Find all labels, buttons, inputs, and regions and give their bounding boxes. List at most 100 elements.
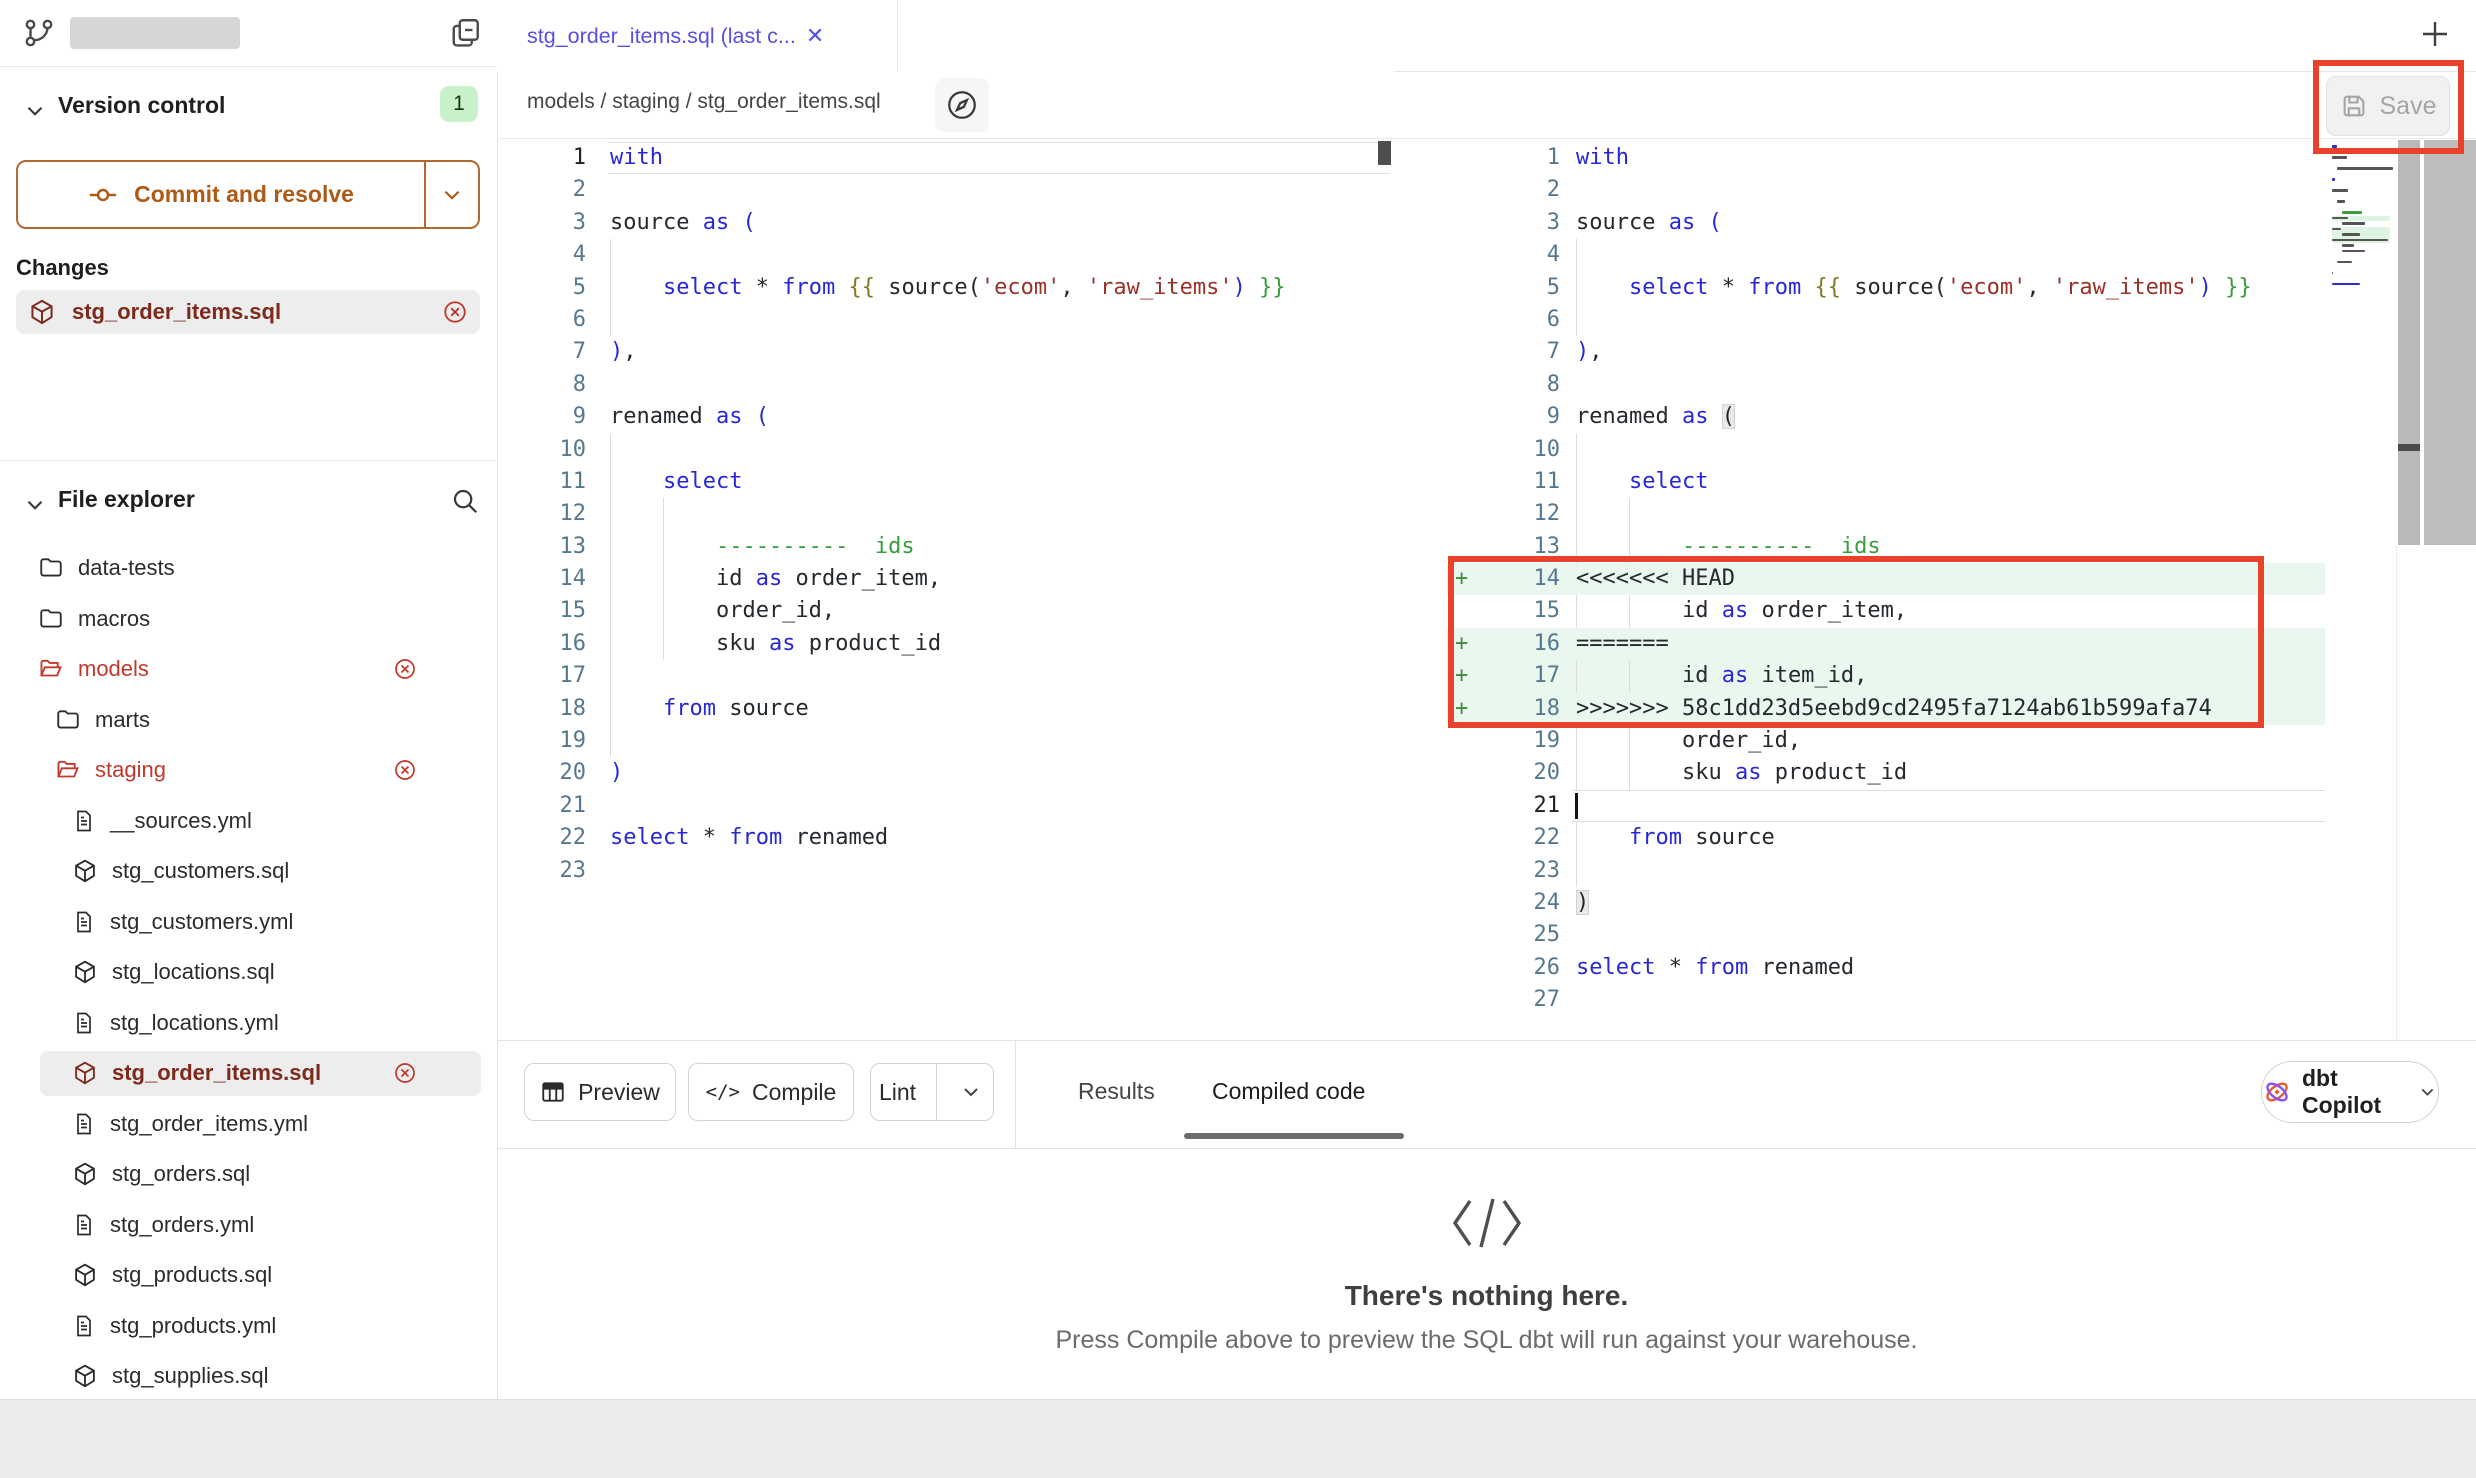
code-line-7[interactable]: 7),: [1447, 336, 2476, 368]
code-line-14[interactable]: 14 id as order_item,: [497, 563, 1397, 595]
code-line-6[interactable]: 6: [497, 304, 1397, 336]
code-line-17[interactable]: +17 id as item_id,: [1447, 660, 2476, 692]
preview-button[interactable]: Preview: [524, 1063, 676, 1121]
code-line-5[interactable]: 5 select * from {{ source('ecom', 'raw_i…: [1447, 272, 2476, 304]
overview-ruler-thumb[interactable]: [2398, 444, 2420, 451]
lint-button-main[interactable]: Lint: [871, 1064, 924, 1120]
commit-and-resolve-button[interactable]: Commit and resolve: [16, 160, 480, 229]
file-tree-item-stg_order_items.yml[interactable]: stg_order_items.yml: [0, 1099, 497, 1150]
deleted-status-icon[interactable]: [393, 758, 417, 782]
new-tab-icon[interactable]: [2417, 16, 2453, 52]
code-line-20[interactable]: 20 sku as product_id: [1447, 757, 2476, 789]
code-line-23[interactable]: 23: [1447, 855, 2476, 887]
chevron-down-icon[interactable]: [22, 98, 48, 124]
tab-results[interactable]: Results: [1078, 1078, 1155, 1105]
code-line-10[interactable]: 10: [497, 434, 1397, 466]
code-line-15[interactable]: 15 order_id,: [497, 595, 1397, 627]
code-line-1[interactable]: 1with: [1447, 142, 2476, 174]
code-line-6[interactable]: 6: [1447, 304, 2476, 336]
code-line-8[interactable]: 8: [1447, 369, 2476, 401]
file-tree-item-marts[interactable]: marts: [0, 695, 497, 746]
file-tree-item-data-tests[interactable]: data-tests: [0, 543, 497, 594]
code-pane-current[interactable]: 1with23source as (45 select * from {{ so…: [1447, 142, 2476, 1017]
code-line-16[interactable]: +16=======: [1447, 628, 2476, 660]
code-line-5[interactable]: 5 select * from {{ source('ecom', 'raw_i…: [497, 272, 1397, 304]
file-tree-item-stg_customers.yml[interactable]: stg_customers.yml: [0, 897, 497, 948]
file-tree-item-stg_products.yml[interactable]: stg_products.yml: [0, 1301, 497, 1352]
file-tree-item-stg_orders.yml[interactable]: stg_orders.yml: [0, 1200, 497, 1251]
file-tree-item-staging[interactable]: staging: [0, 745, 497, 796]
lineage-compass-button[interactable]: [935, 78, 989, 132]
code-line-4[interactable]: 4: [1447, 239, 2476, 271]
code-line-9[interactable]: 9renamed as (: [497, 401, 1397, 433]
copy-files-icon[interactable]: [447, 15, 483, 51]
code-pane-original[interactable]: 1with23source as (45 select * from {{ so…: [497, 142, 1397, 887]
code-line-11[interactable]: 11 select: [1447, 466, 2476, 498]
file-tree-item-macros[interactable]: macros: [0, 594, 497, 645]
code-line-14[interactable]: +14<<<<<<< HEAD: [1447, 563, 2476, 595]
code-line-4[interactable]: 4: [497, 239, 1397, 271]
left-pane-scrollbar-thumb[interactable]: [1378, 141, 1391, 165]
code-line-18[interactable]: +18>>>>>>> 58c1dd23d5eebd9cd2495fa7124ab…: [1447, 693, 2476, 725]
code-line-12[interactable]: 12: [497, 498, 1397, 530]
code-line-7[interactable]: 7),: [497, 336, 1397, 368]
code-line-2[interactable]: 2: [497, 174, 1397, 206]
dbt-copilot-button[interactable]: dbt Copilot: [2261, 1061, 2439, 1123]
editor-scrollbar[interactable]: [2424, 140, 2476, 545]
code-line-11[interactable]: 11 select: [497, 466, 1397, 498]
code-line-3[interactable]: 3source as (: [497, 207, 1397, 239]
code-line-23[interactable]: 23: [497, 855, 1397, 887]
code-line-15[interactable]: 15 id as order_item,: [1447, 595, 2476, 627]
search-icon[interactable]: [450, 486, 480, 516]
commit-dropdown-button[interactable]: [426, 162, 478, 227]
code-line-27[interactable]: 27: [1447, 984, 2476, 1016]
code-line-21[interactable]: 21: [497, 790, 1397, 822]
code-line-21[interactable]: 21: [1447, 790, 2476, 822]
code-line-18[interactable]: 18 from source: [497, 693, 1397, 725]
code-line-13[interactable]: 13 ---------- ids: [1447, 531, 2476, 563]
minimap[interactable]: [2332, 144, 2392, 444]
close-tab-icon[interactable]: ✕: [806, 23, 824, 49]
file-tree-item-__sources.yml[interactable]: __sources.yml: [0, 796, 497, 847]
chevron-down-icon[interactable]: [22, 492, 48, 518]
code-line-2[interactable]: 2: [1447, 174, 2476, 206]
changed-file-row[interactable]: stg_order_items.sql: [16, 290, 480, 334]
tab-stg-order-items[interactable]: stg_order_items.sql (last c... ✕: [497, 0, 898, 72]
file-tree-item-stg_orders.sql[interactable]: stg_orders.sql: [0, 1149, 497, 1200]
discard-change-icon[interactable]: [442, 299, 468, 325]
save-button[interactable]: Save: [2326, 76, 2450, 136]
code-line-13[interactable]: 13 ---------- ids: [497, 531, 1397, 563]
code-line-19[interactable]: 19 order_id,: [1447, 725, 2476, 757]
code-line-19[interactable]: 19: [497, 725, 1397, 757]
code-line-9[interactable]: 9renamed as (: [1447, 401, 2476, 433]
code-line-12[interactable]: 12: [1447, 498, 2476, 530]
code-line-10[interactable]: 10: [1447, 434, 2476, 466]
version-control-header[interactable]: Version control: [58, 92, 225, 119]
code-line-1[interactable]: 1with: [497, 142, 1397, 174]
diff-overview-ruler[interactable]: [2398, 140, 2420, 545]
branch-selector[interactable]: [22, 16, 240, 50]
code-line-22[interactable]: 22 from source: [1447, 822, 2476, 854]
code-line-17[interactable]: 17: [497, 660, 1397, 692]
file-tree-item-models[interactable]: models: [0, 644, 497, 695]
file-tree-item-stg_products.sql[interactable]: stg_products.sql: [0, 1250, 497, 1301]
file-tree-item-stg_locations.sql[interactable]: stg_locations.sql: [0, 947, 497, 998]
code-line-24[interactable]: 24): [1447, 887, 2476, 919]
file-explorer-header[interactable]: File explorer: [58, 486, 195, 513]
code-line-26[interactable]: 26select * from renamed: [1447, 952, 2476, 984]
lint-dropdown-button[interactable]: [949, 1064, 993, 1120]
code-line-22[interactable]: 22select * from renamed: [497, 822, 1397, 854]
deleted-status-icon[interactable]: [393, 657, 417, 681]
code-line-20[interactable]: 20): [497, 757, 1397, 789]
file-tree-item-stg_locations.yml[interactable]: stg_locations.yml: [0, 998, 497, 1049]
lint-button[interactable]: Lint: [870, 1063, 994, 1121]
file-tree-item-stg_customers.sql[interactable]: stg_customers.sql: [0, 846, 497, 897]
tab-compiled-code[interactable]: Compiled code: [1212, 1078, 1365, 1105]
commit-button-main[interactable]: Commit and resolve: [18, 162, 424, 227]
compile-button[interactable]: </> Compile: [688, 1063, 854, 1121]
code-line-16[interactable]: 16 sku as product_id: [497, 628, 1397, 660]
deleted-status-icon[interactable]: [393, 1061, 417, 1085]
file-tree-item-stg_supplies.sql[interactable]: stg_supplies.sql: [0, 1351, 497, 1402]
code-line-8[interactable]: 8: [497, 369, 1397, 401]
file-tree-item-stg_order_items.sql[interactable]: stg_order_items.sql: [0, 1048, 497, 1099]
